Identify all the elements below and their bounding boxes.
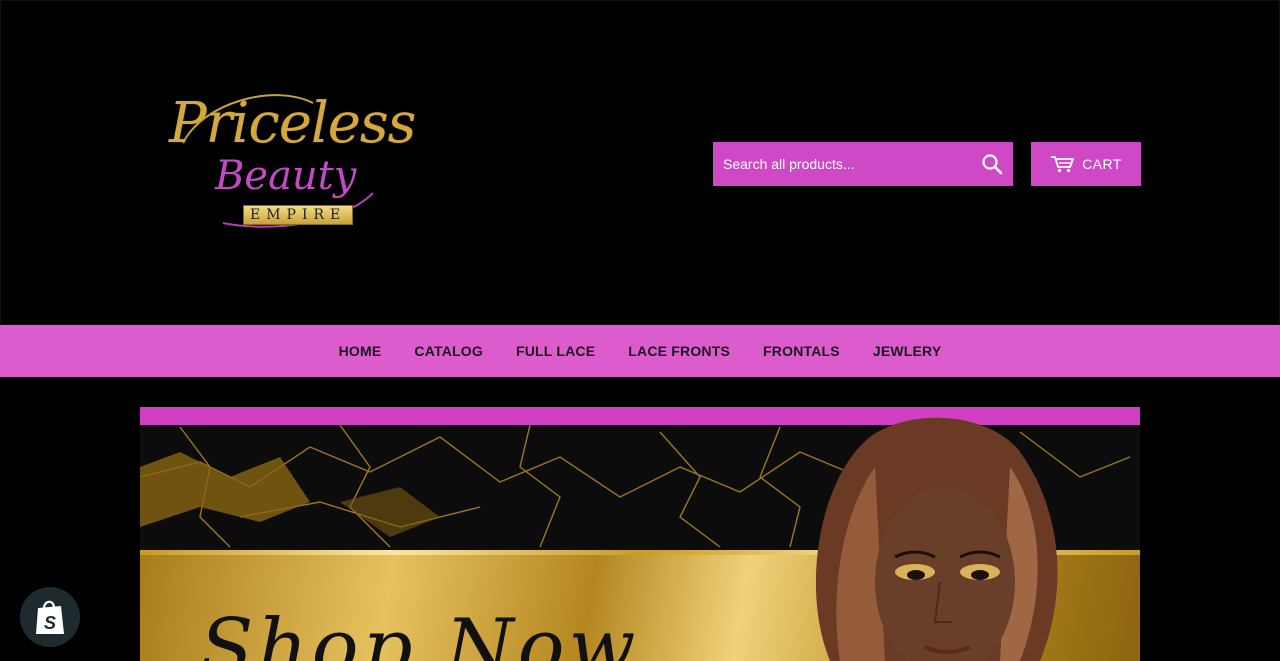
shopify-badge[interactable]: S: [20, 587, 80, 647]
shopify-bag-icon: S: [36, 600, 64, 634]
nav-item-home[interactable]: HOME: [339, 343, 382, 359]
nav-item-catalog[interactable]: CATALOG: [414, 343, 483, 359]
nav-item-lace-fronts[interactable]: LACE FRONTS: [628, 343, 730, 359]
site-header: Priceless Beauty EMPIRE CART: [0, 0, 1280, 325]
cart-icon: [1051, 156, 1074, 173]
search-icon[interactable]: [981, 153, 1003, 175]
main-nav: HOME CATALOG FULL LACE LACE FRONTS FRONT…: [0, 325, 1280, 377]
logo-beauty: Beauty: [215, 153, 357, 199]
cart-label: CART: [1082, 156, 1122, 172]
svg-text:S: S: [44, 613, 56, 633]
nav-item-frontals[interactable]: FRONTALS: [763, 343, 840, 359]
cart-button[interactable]: CART: [1031, 142, 1141, 186]
nav-item-jewlery[interactable]: JEWLERY: [873, 343, 942, 359]
logo-empire: EMPIRE: [243, 205, 354, 225]
search-form: [713, 142, 1013, 186]
hero-banner-text: Shop Now: [200, 603, 640, 661]
search-input[interactable]: [713, 142, 973, 186]
logo-priceless: Priceless: [169, 91, 416, 156]
hero-banner[interactable]: Shop Now: [140, 407, 1140, 661]
site-logo[interactable]: Priceless Beauty EMPIRE: [163, 83, 425, 235]
nav-item-full-lace[interactable]: FULL LACE: [516, 343, 595, 359]
